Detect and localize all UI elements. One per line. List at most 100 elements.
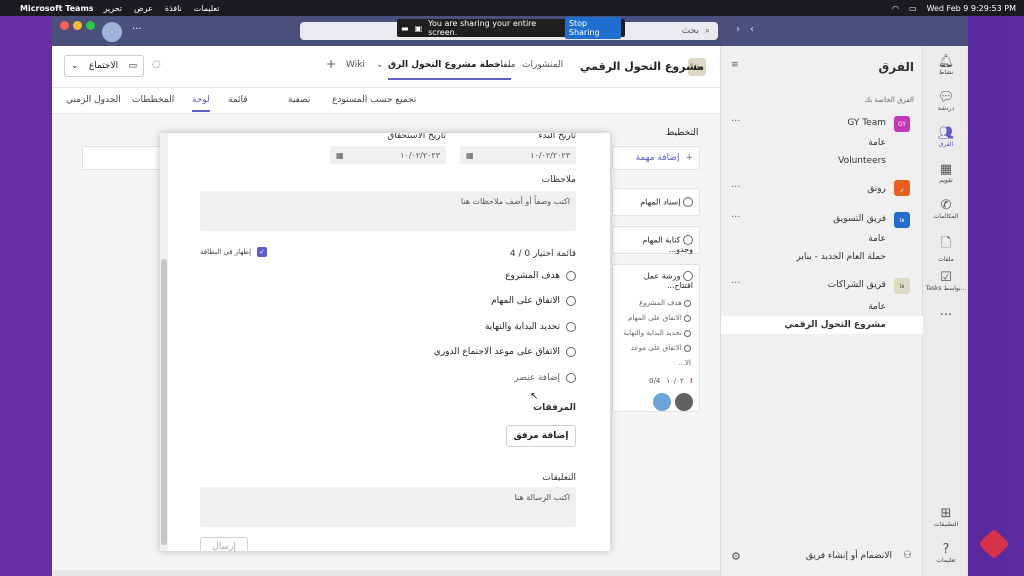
due-date-field[interactable]: ▦ ١٠/٠٢/٢٠٢٣	[330, 146, 446, 164]
share-minimize-icon[interactable]: ▬	[401, 24, 409, 33]
add-tab-icon[interactable]: +	[326, 57, 336, 71]
task-card-write[interactable]: كتابة المهام وجدو...	[612, 226, 700, 254]
menu-app-name[interactable]: Microsoft Teams	[20, 4, 94, 13]
send-button[interactable]: إرسال	[200, 537, 248, 551]
more-options-icon[interactable]: ···	[731, 278, 741, 289]
join-create-team[interactable]: الانضمام أو إنشاء فريق	[806, 551, 892, 561]
team-rawnaq[interactable]: رونق	[867, 184, 886, 194]
add-attachment-button[interactable]: إضافة مرفق	[506, 425, 576, 447]
tab-dropdown-icon[interactable]: ⌄	[376, 60, 384, 70]
due-date-label: تاريخ الاستحقاق	[387, 133, 446, 141]
checklist-preview-item[interactable]: هدف المشروع	[619, 296, 691, 311]
tab-posts[interactable]: المنشورات	[522, 60, 563, 70]
user-avatar[interactable]	[102, 22, 122, 42]
rail-files[interactable]: 🗋 ملفات	[923, 234, 968, 263]
rail-more[interactable]: ···	[923, 308, 968, 323]
checklist-item[interactable]: هدف المشروع	[505, 271, 576, 281]
rail-help[interactable]: ? تعليمات	[923, 542, 968, 564]
menu-edit[interactable]: تحرير	[104, 4, 122, 13]
more-options-icon[interactable]: ···	[731, 182, 741, 193]
menu-view[interactable]: عرض	[134, 4, 153, 13]
zoom-window-button[interactable]	[86, 21, 95, 30]
rail-calendar[interactable]: ▦ تقويم	[923, 162, 968, 184]
checklist-item-text[interactable]: الاتفاق على موعد الاجتماع الدوري	[434, 347, 560, 357]
more-options-icon[interactable]: ···	[731, 116, 741, 127]
team-partnerships[interactable]: فريق الشراكات	[828, 280, 886, 290]
add-team-icon[interactable]: ⚇	[903, 550, 912, 561]
channel-general-gy[interactable]: عامة	[868, 138, 886, 148]
settings-icon[interactable]: ⚙	[731, 550, 741, 563]
view-list[interactable]: قائمة	[228, 95, 248, 105]
calendar-icon: ▦	[466, 150, 474, 160]
tab-wiki[interactable]: Wiki	[346, 60, 365, 70]
show-on-card-toggle[interactable]: إظهار في البطاقة ✓	[200, 247, 268, 257]
group-by-button[interactable]: تجميع حسب المستودع	[332, 95, 416, 105]
checklist-preview-item[interactable]: الاتفاق على المهام	[619, 311, 691, 326]
notes-textarea[interactable]: اكتب وصفاً أو أضف ملاحظات هنا	[200, 191, 576, 231]
battery-icon[interactable]: ▭	[909, 4, 917, 13]
checklist-item-text[interactable]: الاتفاق على المهام	[491, 296, 560, 306]
back-arrow-icon[interactable]: ‹	[750, 24, 754, 35]
task-card-assign[interactable]: إسناد المهام	[612, 188, 700, 216]
channel-general-partnerships[interactable]: عامة	[868, 302, 886, 312]
checklist-item[interactable]: الاتفاق على موعد الاجتماع الدوري	[434, 347, 576, 357]
checklist-item-text[interactable]: هدف المشروع	[505, 271, 560, 281]
rail-activity[interactable]: 🔔︎ نشاط	[923, 54, 968, 76]
rail-calls[interactable]: ✆ المكالمات	[923, 198, 968, 220]
checklist-preview-item[interactable]: تحديد البداية والنهاية	[619, 326, 691, 341]
team-gy[interactable]: GY Team	[847, 118, 886, 128]
start-date-field[interactable]: ▦ ١٠/٠٢/٢٠٢٣	[460, 146, 576, 164]
conversation-icon[interactable]: ◌	[152, 59, 161, 70]
check-circle-icon[interactable]	[566, 271, 576, 281]
close-window-button[interactable]	[60, 21, 69, 30]
comment-textarea[interactable]: اكتب الرسالة هنا	[200, 487, 576, 527]
checklist-preview-item[interactable]: الاتفاق على موعد الا...	[619, 341, 691, 371]
tab-project-plan[interactable]: خطة مشروع التحول الرق...	[388, 60, 511, 80]
view-schedule[interactable]: الجدول الزمني	[66, 95, 121, 105]
view-charts[interactable]: المخططات	[132, 95, 174, 105]
menu-window[interactable]: نافذة	[165, 4, 182, 13]
add-task-button[interactable]: إضافة مهمة +	[612, 146, 700, 170]
rail-tasks[interactable]: ☑ Tasks بواسط...	[923, 270, 968, 292]
stop-sharing-button[interactable]: Stop Sharing	[564, 17, 621, 39]
add-task-label: إضافة مهمة	[635, 153, 680, 163]
more-options-icon[interactable]: ···	[731, 212, 741, 223]
check-circle-icon[interactable]	[566, 322, 576, 332]
column-title: التخطيط	[666, 128, 699, 138]
check-circle-icon[interactable]	[566, 296, 576, 306]
channel-digital-transformation[interactable]: مشروع التحول الرقمي	[784, 320, 886, 330]
more-options-icon[interactable]: ···	[132, 24, 142, 35]
add-checklist-item[interactable]: إضافة عنصر	[514, 373, 576, 383]
rail-chat[interactable]: 💬︎ دردشة	[923, 90, 968, 112]
dialog-scroll-thumb[interactable]	[161, 259, 167, 545]
filter-icon[interactable]: ≡	[731, 60, 739, 70]
menu-help[interactable]: تعليمات	[194, 4, 220, 13]
filter-button[interactable]: تصفية	[288, 95, 310, 105]
checklist-item-text[interactable]: تحديد البداية والنهاية	[485, 322, 560, 332]
horizontal-scrollbar[interactable]	[52, 570, 720, 576]
checklist-item[interactable]: تحديد البداية والنهاية	[485, 322, 576, 332]
assignee-avatar[interactable]	[675, 393, 693, 411]
search-placeholder: بحث	[681, 26, 699, 36]
checklist-item[interactable]: الاتفاق على المهام	[491, 296, 576, 306]
check-circle-icon[interactable]	[566, 347, 576, 357]
team-marketing[interactable]: فريق التسويق	[833, 214, 886, 224]
meeting-button[interactable]: ⌄ الاجتماع ▭	[64, 55, 144, 77]
channel-general-marketing[interactable]: عامة	[868, 234, 886, 244]
channel-campaign[interactable]: حملة العام الجديد - يناير	[796, 252, 886, 262]
forward-arrow-icon[interactable]: ›	[736, 24, 740, 35]
assignee-avatar[interactable]	[653, 393, 671, 411]
rail-teams[interactable]: 👥︎ الفرق	[923, 126, 968, 148]
checkbox-checked-icon[interactable]: ✓	[257, 247, 268, 257]
complete-task-circle[interactable]	[683, 271, 693, 281]
complete-task-circle[interactable]	[683, 197, 693, 207]
dialog-scrollbar[interactable]	[160, 133, 168, 551]
channel-volunteers[interactable]: Volunteers	[838, 156, 886, 166]
complete-task-circle[interactable]	[683, 235, 693, 245]
task-card-workshop[interactable]: ورشة عمل افتتاح... هدف المشروع الاتفاق ع…	[612, 264, 700, 412]
view-board[interactable]: لوحة	[192, 95, 210, 112]
wifi-icon[interactable]: ◠	[892, 4, 899, 13]
minimize-window-button[interactable]	[73, 21, 82, 30]
menubar-clock[interactable]: Wed Feb 9 9:29:53 PM	[927, 4, 1016, 13]
rail-apps[interactable]: ⊞ التطبيقات	[923, 506, 968, 528]
